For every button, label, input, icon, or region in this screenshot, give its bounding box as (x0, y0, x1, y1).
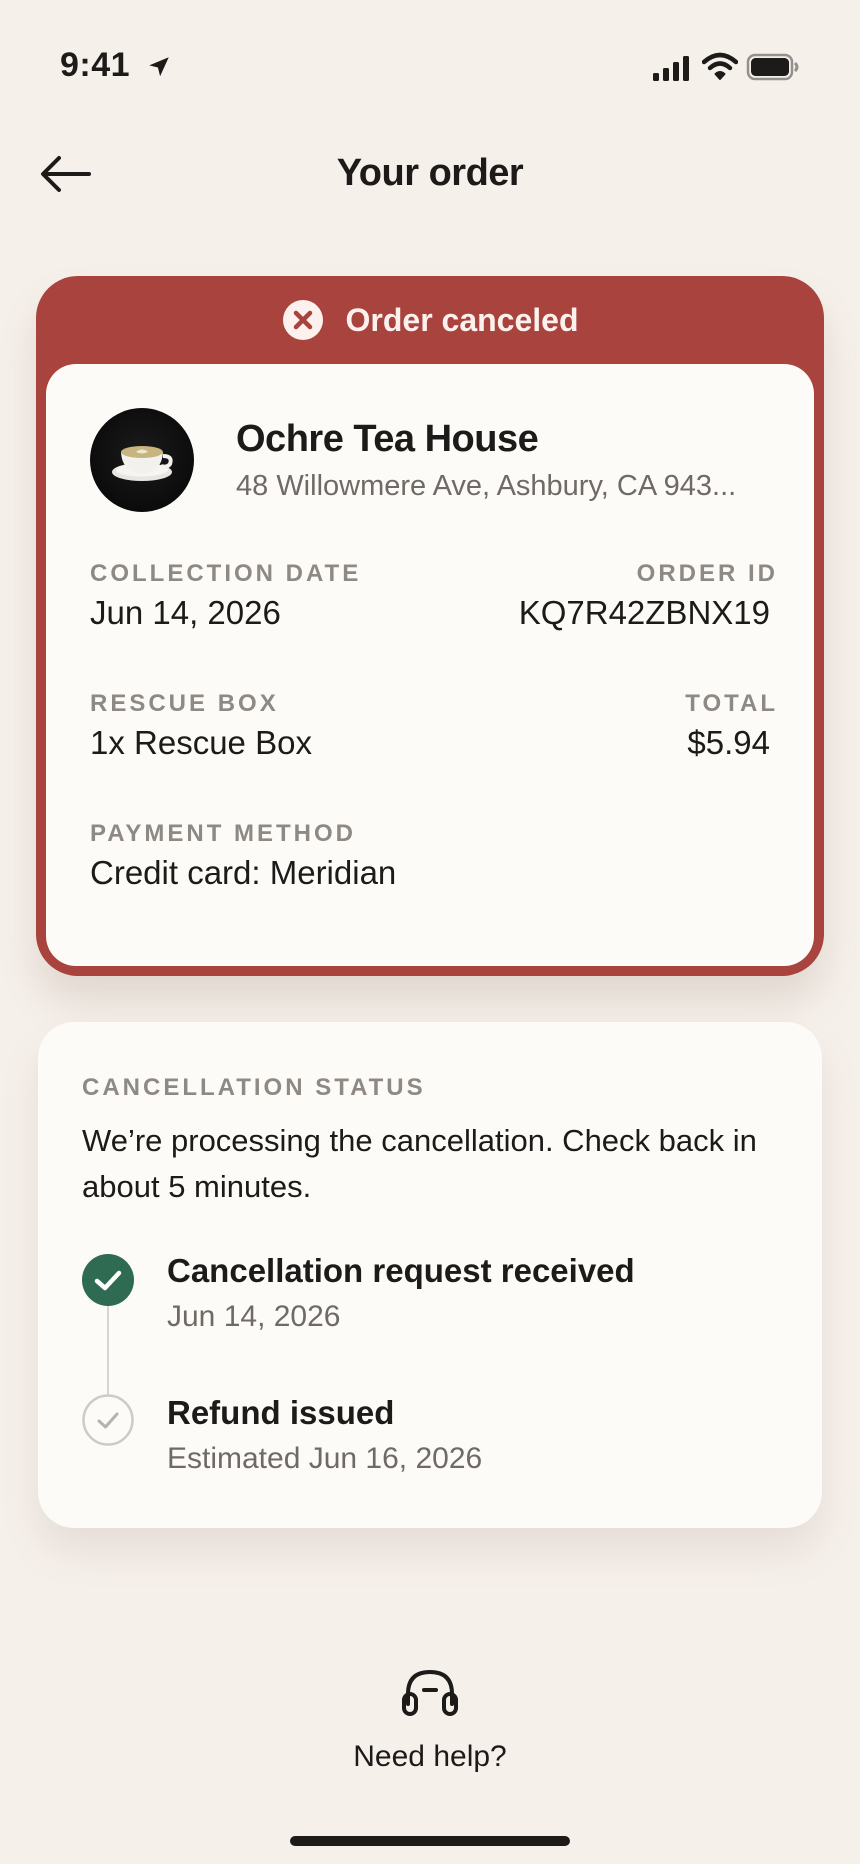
step-refund-issued-date: Estimated Jun 16, 2026 (167, 1442, 483, 1475)
check-circle-outline-icon (82, 1394, 134, 1446)
store-address: 48 Willowmere Ave, Ashbury, CA 943... (236, 470, 737, 502)
order-status-text: Order canceled (345, 301, 579, 338)
status-time: 9:41 (60, 46, 131, 84)
store-logo (90, 408, 194, 512)
collection-date-value: Jun 14, 2026 (90, 594, 281, 631)
total-value: $5.94 (687, 724, 770, 761)
cancellation-status-message: We’re processing the cancellation. Check… (82, 1123, 757, 1204)
order-status-banner: Order canceled (36, 276, 824, 364)
step-request-received-date: Jun 14, 2026 (167, 1300, 341, 1333)
order-id-label: ORDER ID (636, 560, 778, 587)
order-card: Order canceled Ochre Tea House 48 Willow… (36, 276, 824, 976)
cellular-signal-icon (653, 56, 689, 81)
order-details: Ochre Tea House 48 Willowmere Ave, Ashbu… (46, 364, 814, 966)
wifi-icon (702, 52, 738, 80)
need-help-button[interactable]: Need help? (330, 1664, 530, 1784)
order-id-value: KQ7R42ZBNX19 (518, 594, 770, 631)
headset-icon (402, 1669, 458, 1716)
teacup-icon (112, 446, 173, 481)
step-refund-issued-title: Refund issued (167, 1394, 395, 1431)
check-circle-icon (82, 1254, 134, 1306)
store-name: Ochre Tea House (236, 418, 539, 460)
x-circle-icon (282, 300, 323, 340)
cancellation-status-label: CANCELLATION STATUS (82, 1074, 426, 1101)
payment-method-value: Credit card: Meridian (90, 854, 397, 891)
payment-method-label: PAYMENT METHOD (90, 820, 357, 847)
collection-date-label: COLLECTION DATE (90, 560, 362, 587)
location-arrow-icon (149, 57, 169, 77)
step-request-received-title: Cancellation request received (167, 1252, 635, 1289)
rescue-box-value: 1x Rescue Box (90, 724, 312, 761)
status-bar: 9:41 (0, 0, 860, 130)
rescue-box-label: RESCUE BOX (90, 690, 279, 717)
need-help-label: Need help? (353, 1740, 507, 1773)
home-indicator[interactable] (290, 1836, 570, 1846)
battery-icon (746, 53, 799, 81)
page-title: Your order (336, 152, 524, 194)
total-label: TOTAL (685, 690, 778, 717)
